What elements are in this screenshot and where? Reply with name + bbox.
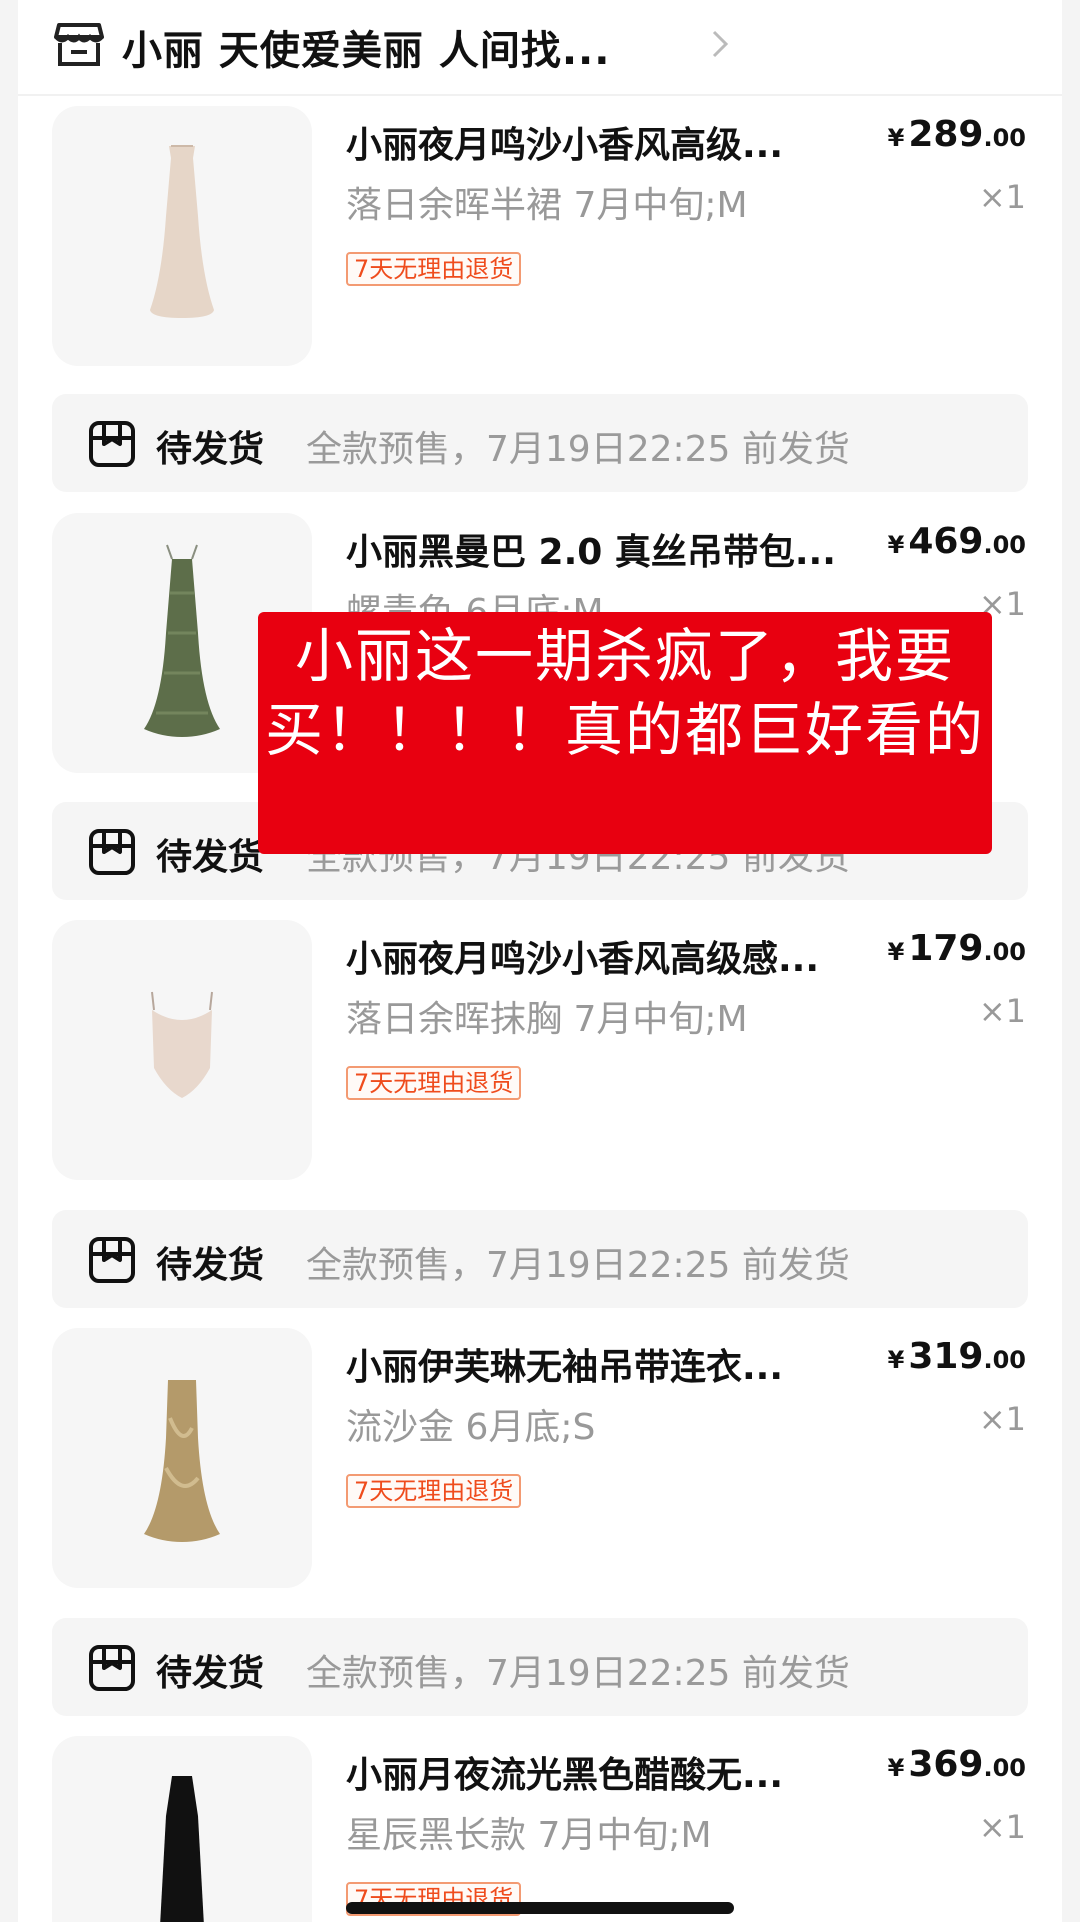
price-integer: 289 xyxy=(908,114,984,155)
package-box-icon xyxy=(89,421,135,467)
store-name[interactable]: 小丽 天使爱美丽 人间找... xyxy=(122,18,610,76)
package-box-icon xyxy=(89,1237,135,1283)
price-decimal: .00 xyxy=(983,1754,1026,1782)
price-integer: 179 xyxy=(908,928,984,969)
store-header[interactable]: 小丽 天使爱美丽 人间找... xyxy=(18,0,1062,96)
product-image-beige-bustier-top[interactable] xyxy=(52,920,312,1180)
price-decimal: .00 xyxy=(983,124,1026,152)
package-box-icon xyxy=(89,829,135,875)
home-indicator[interactable] xyxy=(346,1902,734,1914)
price-integer: 319 xyxy=(908,1336,984,1377)
price-decimal: .00 xyxy=(983,938,1026,966)
product-price: ¥469.00 xyxy=(888,521,1026,562)
product-quantity: ×1 xyxy=(978,178,1026,216)
product-image-black-halter-gown[interactable] xyxy=(52,1736,312,1922)
status-note: 全款预售，7月19日22:25 前发货 xyxy=(306,429,850,470)
product-price: ¥289.00 xyxy=(888,114,1026,155)
product-price: ¥369.00 xyxy=(888,1744,1026,1785)
product-price: ¥319.00 xyxy=(888,1336,1026,1377)
currency-symbol: ¥ xyxy=(887,1754,905,1782)
overlay-caption: 小丽这一期杀疯了，我要买！！！！真的都巨好看的 xyxy=(258,612,992,854)
currency-symbol: ¥ xyxy=(887,124,905,152)
product-spec: 落日余晖抹胸 7月中旬;M xyxy=(346,999,748,1040)
product-image-beige-maxi-skirt[interactable] xyxy=(52,106,312,366)
shipping-status-bar[interactable]: 待发货 全款预售，7月19日22:25 前发货 xyxy=(52,1210,1028,1308)
product-spec: 落日余晖半裙 7月中旬;M xyxy=(346,185,748,226)
product-title[interactable]: 小丽夜月鸣沙小香风高级感... xyxy=(346,930,876,982)
return-policy-badge: 7天无理由退货 xyxy=(346,252,522,286)
product-price: ¥179.00 xyxy=(888,928,1026,969)
return-policy-badge: 7天无理由退货 xyxy=(346,1474,522,1508)
order-item[interactable]: 小丽夜月鸣沙小香风高级感... ¥179.00 落日余晖抹胸 7月中旬;M ×1… xyxy=(0,920,1080,1182)
chevron-right-icon[interactable] xyxy=(708,26,732,62)
product-quantity: ×1 xyxy=(978,1808,1026,1846)
return-policy-badge: 7天无理由退货 xyxy=(346,1066,522,1100)
price-integer: 369 xyxy=(908,1744,984,1785)
order-item[interactable]: 小丽夜月鸣沙小香风高级... ¥289.00 落日余晖半裙 7月中旬;M ×1 … xyxy=(0,106,1080,368)
product-title[interactable]: 小丽月夜流光黑色醋酸无... xyxy=(346,1746,876,1798)
price-decimal: .00 xyxy=(983,531,1026,559)
product-title[interactable]: 小丽黑曼巴 2.0 真丝吊带包... xyxy=(346,523,876,575)
currency-symbol: ¥ xyxy=(887,1346,905,1374)
product-title[interactable]: 小丽夜月鸣沙小香风高级... xyxy=(346,116,876,168)
order-item[interactable]: 小丽月夜流光黑色醋酸无... ¥369.00 星辰黑长款 7月中旬;M ×1 7… xyxy=(0,1736,1080,1922)
product-spec: 流沙金 6月底;S xyxy=(346,1407,596,1448)
package-box-icon xyxy=(89,1645,135,1691)
order-item[interactable]: 小丽伊芙琳无袖吊带连衣... ¥319.00 流沙金 6月底;S ×1 7天无理… xyxy=(0,1328,1080,1590)
product-quantity: ×1 xyxy=(978,992,1026,1030)
product-image-gold-satin-gown[interactable] xyxy=(52,1328,312,1588)
storefront-icon xyxy=(54,23,104,66)
product-spec: 星辰黑长款 7月中旬;M xyxy=(346,1815,712,1856)
price-integer: 469 xyxy=(908,521,984,562)
status-label: 待发货 xyxy=(156,429,265,470)
product-title[interactable]: 小丽伊芙琳无袖吊带连衣... xyxy=(346,1338,876,1390)
status-label: 待发货 xyxy=(156,1653,265,1694)
status-note: 全款预售，7月19日22:25 前发货 xyxy=(306,1245,850,1286)
currency-symbol: ¥ xyxy=(887,531,905,559)
shipping-status-bar[interactable]: 待发货 全款预售，7月19日22:25 前发货 xyxy=(52,394,1028,492)
status-label: 待发货 xyxy=(156,837,265,878)
status-note: 全款预售，7月19日22:25 前发货 xyxy=(306,1653,850,1694)
shipping-status-bar[interactable]: 待发货 全款预售，7月19日22:25 前发货 xyxy=(52,1618,1028,1716)
currency-symbol: ¥ xyxy=(887,938,905,966)
product-quantity: ×1 xyxy=(978,1400,1026,1438)
status-label: 待发货 xyxy=(156,1245,265,1286)
price-decimal: .00 xyxy=(983,1346,1026,1374)
